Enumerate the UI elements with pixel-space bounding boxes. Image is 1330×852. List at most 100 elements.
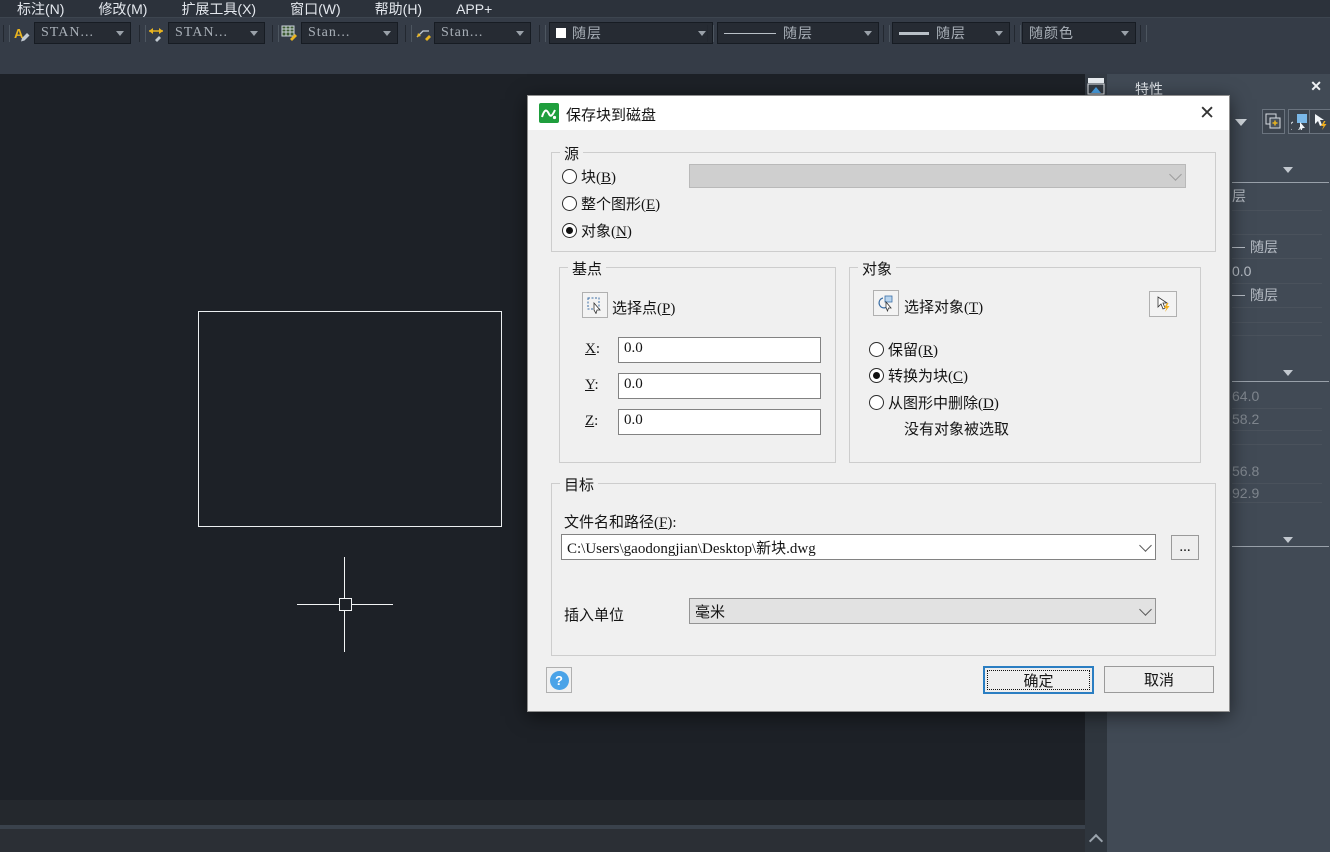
linetype-preview	[724, 33, 776, 34]
row-separator	[1232, 335, 1322, 336]
property-value[interactable]: 层	[1232, 187, 1330, 205]
lineweight-combo[interactable]: 随层	[892, 22, 1010, 44]
row-separator	[1232, 307, 1322, 308]
add-selection-button[interactable]	[1262, 109, 1285, 134]
select-objects-icon	[877, 294, 895, 312]
linetype-combo[interactable]: 随层	[717, 22, 879, 44]
quick-select-button[interactable]	[1149, 291, 1177, 317]
scroll-up-button[interactable]	[1086, 828, 1106, 850]
drawn-rectangle-entity[interactable]	[198, 311, 502, 527]
radio-circle	[869, 368, 884, 383]
menu-item-window[interactable]: 窗口(W)	[273, 0, 358, 19]
text-style-value: STAN...	[41, 25, 116, 41]
dim-style-combo[interactable]: STAN...	[168, 22, 265, 44]
section-collapse-icon[interactable]	[1283, 167, 1293, 173]
radio-convert-to-block[interactable]: 转换为块(C)	[869, 365, 968, 386]
table-style-icon[interactable]	[281, 24, 299, 42]
quick-select-button[interactable]	[1309, 109, 1330, 134]
insert-units-combo[interactable]: 毫米	[689, 598, 1156, 624]
property-value[interactable]: 随层	[1232, 238, 1330, 256]
block-name-combo	[689, 164, 1186, 188]
toolbar-grip[interactable]	[883, 25, 890, 42]
radio-retain[interactable]: 保留(R)	[869, 339, 938, 360]
property-value[interactable]: 56.8	[1232, 462, 1330, 480]
property-value[interactable]: 92.9	[1232, 484, 1330, 502]
table-style-value: Stan...	[308, 25, 383, 41]
toolbar-grip[interactable]	[3, 25, 10, 42]
select-objects-button[interactable]	[873, 290, 899, 316]
insert-units-value: 毫米	[695, 601, 1141, 622]
property-value[interactable]: 随层	[1232, 286, 1330, 304]
color-swatch	[556, 28, 566, 38]
command-area[interactable]	[0, 829, 1085, 852]
save-block-to-disk-dialog: 保存块到磁盘 ✕ 源 块(B) 整个图形(E) 对象(N) 基点	[527, 95, 1230, 712]
style-toolbar: A STAN... STAN... Stan... Stan...	[0, 17, 1330, 75]
toolbar-grip[interactable]	[139, 25, 146, 42]
close-icon[interactable]: ✕	[1310, 78, 1322, 95]
property-value[interactable]: 0.0	[1232, 262, 1330, 280]
chevron-down-icon[interactable]	[1235, 119, 1247, 126]
row-separator	[1232, 502, 1322, 503]
color-combo[interactable]: 随层	[549, 22, 713, 44]
property-value[interactable]: 58.2	[1232, 410, 1330, 428]
radio-objects[interactable]: 对象(N)	[562, 220, 632, 241]
menu-bar: 标注(N) 修改(M) 扩展工具(X) 窗口(W) 帮助(H) APP+	[0, 0, 1330, 17]
toolbar-grip[interactable]	[707, 25, 714, 42]
property-value[interactable]: 64.0	[1232, 387, 1330, 405]
row-separator	[1232, 210, 1322, 211]
section-collapse-icon[interactable]	[1283, 370, 1293, 376]
toolbar-grip[interactable]	[1140, 25, 1147, 42]
z-input[interactable]: 0.0	[618, 409, 821, 435]
destination-group: 目标	[551, 483, 1216, 656]
mleader-style-combo[interactable]: Stan...	[434, 22, 531, 44]
row-separator	[1232, 430, 1322, 431]
dialog-title: 保存块到磁盘	[566, 104, 656, 125]
pick-point-label: 选择点(P)	[612, 297, 675, 318]
insert-units-label: 插入单位	[564, 604, 624, 625]
radio-circle	[562, 169, 577, 184]
basepoint-group-label: 基点	[568, 258, 606, 279]
row-separator	[1232, 283, 1322, 284]
radio-block[interactable]: 块(B)	[562, 166, 616, 187]
mleader-style-value: Stan...	[441, 25, 516, 41]
section-collapse-icon[interactable]	[1283, 537, 1293, 543]
filepath-combo[interactable]: C:\Users\gaodongjian\Desktop\新块.dwg	[561, 534, 1156, 560]
plot-style-value: 随颜色	[1029, 23, 1121, 43]
lineweight-preview	[1232, 295, 1245, 296]
chevron-down-icon	[250, 31, 258, 36]
chevron-down-icon	[116, 31, 124, 36]
toolbar-grip[interactable]	[405, 25, 412, 42]
text-style-icon[interactable]: A	[13, 24, 31, 42]
ok-button[interactable]: 确定	[983, 666, 1094, 694]
menu-item-modify[interactable]: 修改(M)	[81, 0, 164, 19]
plot-style-combo[interactable]: 随颜色	[1022, 22, 1136, 44]
toolbar-grip[interactable]	[272, 25, 279, 42]
toolbar-grip[interactable]	[539, 25, 546, 42]
dim-style-icon[interactable]	[147, 24, 165, 42]
table-style-combo[interactable]: Stan...	[301, 22, 398, 44]
dialog-titlebar[interactable]: 保存块到磁盘 ✕	[528, 96, 1229, 130]
text-style-combo[interactable]: STAN...	[34, 22, 131, 44]
linetype-value: 随层	[783, 23, 864, 43]
menu-item-app-plus[interactable]: APP+	[439, 1, 509, 17]
browse-button[interactable]: ...	[1171, 535, 1199, 560]
help-button[interactable]: ?	[546, 667, 572, 693]
y-input[interactable]: 0.0	[618, 373, 821, 399]
row-separator	[1232, 258, 1322, 259]
menu-item-help[interactable]: 帮助(H)	[358, 0, 439, 19]
cancel-button[interactable]: 取消	[1104, 666, 1214, 693]
toolbar-grip[interactable]	[1014, 25, 1021, 42]
radio-entire-drawing[interactable]: 整个图形(E)	[562, 193, 660, 214]
menu-item-express-tools[interactable]: 扩展工具(X)	[164, 0, 273, 19]
radio-circle	[562, 223, 577, 238]
x-input[interactable]: 0.0	[618, 337, 821, 363]
close-icon[interactable]: ✕	[1199, 102, 1215, 125]
radio-delete-from-drawing[interactable]: 从图形中删除(D)	[869, 392, 999, 413]
lineweight-preview	[899, 32, 929, 35]
canvas-bottom-bar	[0, 800, 1085, 825]
pick-point-button[interactable]	[582, 292, 608, 318]
menu-item-dimension[interactable]: 标注(N)	[0, 0, 81, 19]
chevron-down-icon	[516, 31, 524, 36]
mleader-style-icon[interactable]	[414, 24, 432, 42]
select-objects-button[interactable]	[1288, 109, 1311, 134]
